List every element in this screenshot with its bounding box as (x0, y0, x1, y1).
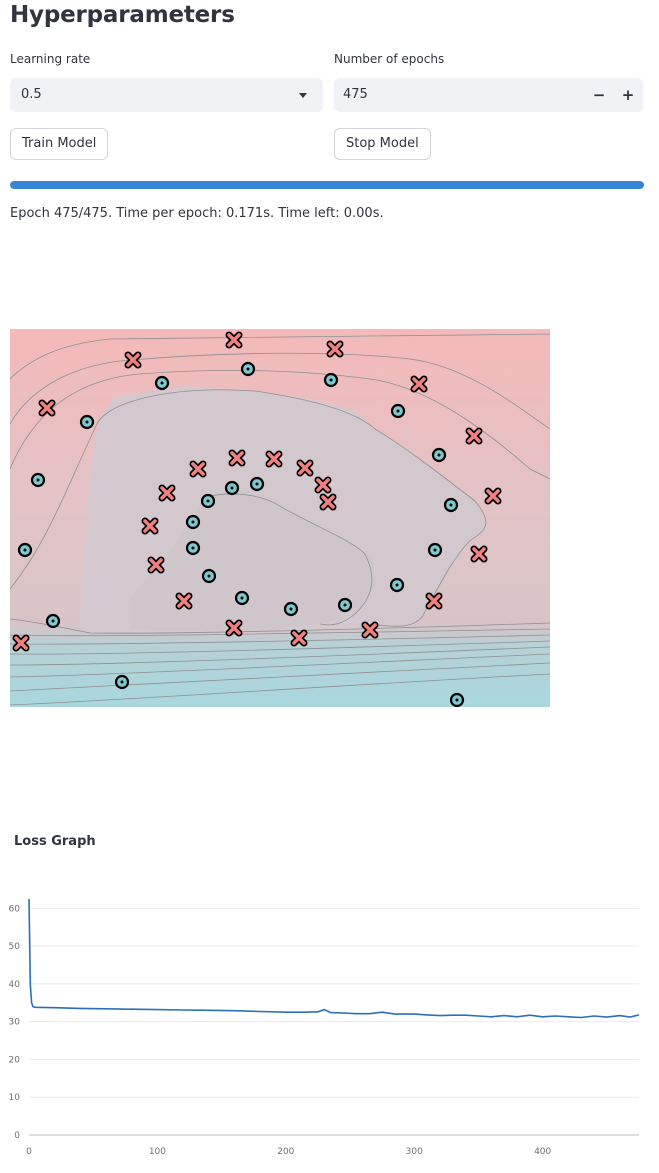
x-tick-label: 100 (149, 1147, 166, 1157)
circle-marker (17, 542, 33, 558)
cross-marker (484, 487, 502, 505)
status-text: Epoch 475/475. Time per epoch: 0.171s. T… (10, 206, 384, 221)
y-tick-label: 60 (9, 904, 21, 914)
epochs-label: Number of epochs (334, 52, 445, 66)
circle-marker (390, 403, 406, 419)
increment-button[interactable]: + (615, 81, 641, 109)
circle-marker (79, 414, 95, 430)
cross-marker (265, 450, 283, 468)
chevron-down-icon (299, 93, 307, 98)
epochs-number-input[interactable]: 475 − + (334, 78, 643, 112)
circle-marker (234, 590, 250, 606)
progress-fill (10, 181, 644, 189)
stop-model-button[interactable]: Stop Model (334, 128, 431, 160)
epochs-value[interactable]: 475 (343, 87, 368, 102)
cross-marker (225, 331, 243, 349)
cross-marker (147, 556, 165, 574)
loss-grid (29, 907, 639, 1136)
circle-marker (431, 447, 447, 463)
circle-marker (249, 476, 265, 492)
loss-chart: 0 10 20 30 40 50 60 0 100 200 300 400 (9, 898, 640, 1157)
train-model-button[interactable]: Train Model (10, 128, 109, 160)
learning-rate-select[interactable]: 0.5 (10, 78, 323, 112)
cross-marker (225, 619, 243, 637)
cross-marker (314, 476, 332, 494)
y-tick-label: 10 (9, 1093, 21, 1103)
circle-marker (443, 497, 459, 513)
page-title: Hyperparameters (10, 2, 235, 28)
decision-boundary-plot (10, 329, 550, 707)
cross-marker (319, 493, 337, 511)
x-tick-label: 400 (534, 1147, 551, 1157)
circle-marker (45, 613, 61, 629)
learning-rate-label: Learning rate (10, 52, 91, 66)
progress-bar (10, 181, 644, 189)
circle-marker (240, 361, 256, 377)
circle-marker (389, 577, 405, 593)
decrement-button[interactable]: − (586, 81, 612, 109)
cross-marker (228, 449, 246, 467)
learning-rate-value: 0.5 (21, 87, 42, 102)
circle-marker (185, 514, 201, 530)
circle-marker (449, 692, 465, 707)
y-tick-label: 30 (9, 1018, 21, 1028)
x-tick-label: 0 (26, 1147, 32, 1157)
loss-series-line (28, 898, 640, 1019)
cross-marker (38, 399, 56, 417)
cross-marker (470, 545, 488, 563)
circle-marker (200, 493, 216, 509)
loss-graph-title: Loss Graph (14, 834, 96, 849)
cross-marker (175, 592, 193, 610)
x-tick-label: 200 (277, 1147, 294, 1157)
cross-marker (141, 517, 159, 535)
y-tick-label: 40 (9, 980, 21, 990)
circle-marker (30, 472, 46, 488)
loss-tick-labels: 0 10 20 30 40 50 60 0 100 200 300 400 (9, 904, 552, 1157)
circle-marker (283, 601, 299, 617)
circle-marker (427, 542, 443, 558)
x-tick-label: 300 (406, 1147, 423, 1157)
circle-marker (323, 372, 339, 388)
cross-marker (189, 460, 207, 478)
y-tick-label: 0 (14, 1131, 20, 1141)
cross-marker (361, 621, 379, 639)
circle-marker (201, 568, 217, 584)
cross-marker (290, 629, 308, 647)
circle-marker (224, 480, 240, 496)
y-tick-label: 20 (9, 1055, 21, 1065)
circle-marker (337, 597, 353, 613)
cross-marker (124, 351, 142, 369)
cross-marker (326, 340, 344, 358)
cross-marker (296, 459, 314, 477)
cross-marker (12, 634, 30, 652)
circle-marker (114, 674, 130, 690)
cross-marker (410, 375, 428, 393)
circle-marker (154, 375, 170, 391)
circle-marker (185, 540, 201, 556)
cross-marker (465, 427, 483, 445)
cross-marker (425, 592, 443, 610)
cross-marker (158, 484, 176, 502)
y-tick-label: 50 (9, 942, 21, 952)
